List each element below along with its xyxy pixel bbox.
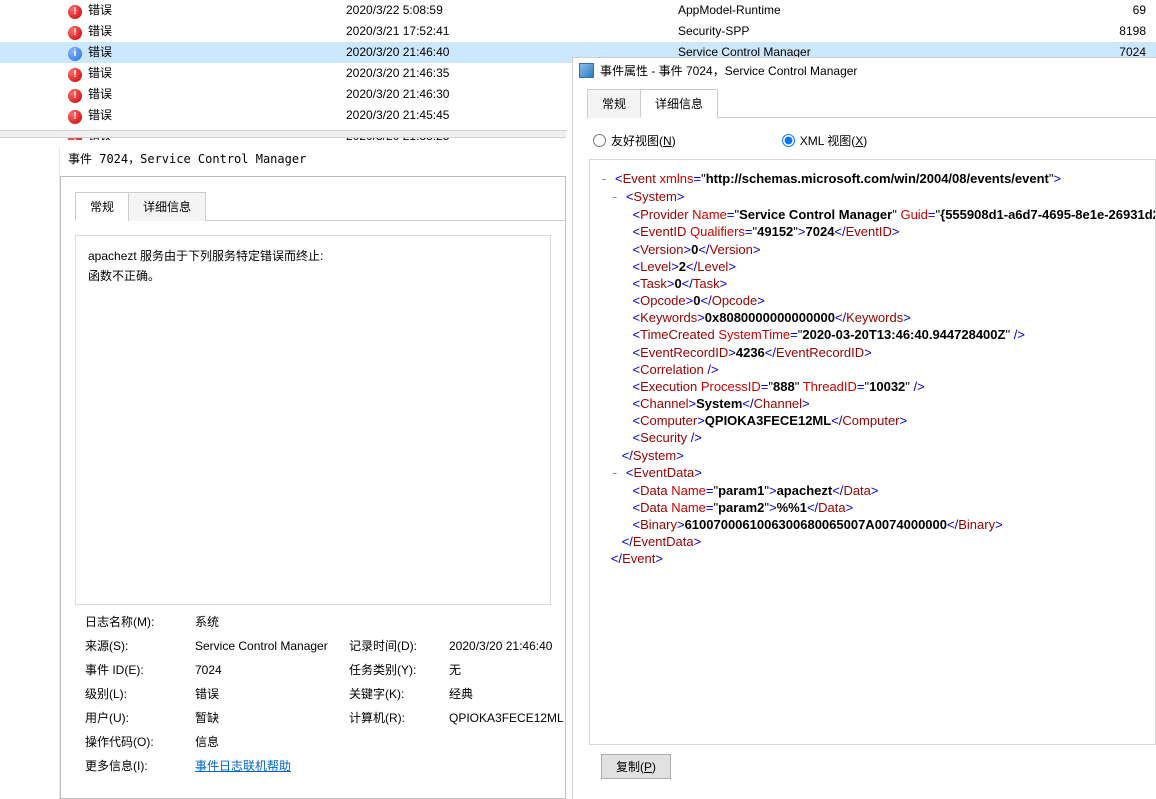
details-heading: 事件 7024，Service Control Manager	[68, 150, 306, 167]
value-keywords: 经典	[449, 685, 564, 702]
message-line: 函数不正确。	[88, 266, 538, 286]
horizontal-splitter[interactable]	[0, 130, 566, 138]
copy-button[interactable]: 复制(P)	[601, 754, 671, 779]
event-row[interactable]: ! 错误 2020/3/22 5:08:59AppModel-Runtime69	[0, 0, 1156, 21]
cell-level: 错误	[88, 108, 112, 122]
cell-source: AppModel-Runtime	[678, 3, 1100, 17]
label-opcode: 操作代码(O):	[85, 733, 195, 750]
event-properties-window: 事件属性 - 事件 7024，Service Control Manager 常…	[572, 57, 1156, 799]
label-more-info: 更多信息(I):	[85, 757, 195, 774]
radio-xml-view[interactable]: XML 视图(X)	[782, 132, 868, 149]
prop-tabstrip: 常规 详细信息	[587, 88, 1156, 118]
value-log-name: 系统	[195, 613, 349, 630]
message-textbox[interactable]: apachezt 服务由于下列服务特定错误而终止: 函数不正确。	[75, 235, 551, 605]
value-level: 错误	[195, 685, 349, 702]
cell-event-id: 8198	[1100, 24, 1156, 38]
error-icon: !	[68, 5, 82, 19]
cell-level: 错误	[88, 45, 112, 59]
cell-time: 2020/3/21 17:52:41	[346, 24, 678, 38]
value-opcode: 信息	[195, 733, 349, 750]
label-source: 来源(S):	[85, 637, 195, 654]
link-online-help[interactable]: 事件日志联机帮助	[195, 757, 349, 774]
value-task-cat: 无	[449, 661, 564, 678]
tab-details[interactable]: 详细信息	[128, 192, 206, 221]
label-level: 级别(L):	[85, 685, 195, 702]
cell-level: 错误	[88, 3, 112, 17]
label-computer: 计算机(R):	[349, 709, 449, 726]
error-icon: !	[68, 89, 82, 103]
value-computer: QPIOKA3FECE12ML	[449, 711, 564, 725]
error-icon: !	[68, 110, 82, 124]
label-user: 用户(U):	[85, 709, 195, 726]
label-logged: 记录时间(D):	[349, 637, 449, 654]
value-event-id: 7024	[195, 663, 349, 677]
window-title: 事件属性 - 事件 7024，Service Control Manager	[600, 62, 857, 79]
xml-content[interactable]: - <Event xmlns="http://schemas.microsoft…	[589, 159, 1156, 745]
error-icon: !	[68, 26, 82, 40]
radio-friendly-input[interactable]	[593, 134, 606, 147]
details-tabstrip: 常规 详细信息	[75, 191, 565, 221]
tab-general[interactable]: 常规	[75, 192, 129, 221]
info-icon: i	[68, 47, 82, 61]
cell-source: Security-SPP	[678, 24, 1100, 38]
details-frame: 常规 详细信息 apachezt 服务由于下列服务特定错误而终止: 函数不正确。…	[60, 176, 566, 799]
error-icon: !	[68, 68, 82, 82]
window-icon	[579, 63, 594, 78]
cell-event-id: 69	[1100, 3, 1156, 17]
metadata-grid: 日志名称(M): 系统 来源(S): Service Control Manag…	[85, 613, 541, 774]
radio-xml-input[interactable]	[782, 134, 795, 147]
value-logged: 2020/3/20 21:46:40	[449, 639, 564, 653]
radio-friendly-view[interactable]: 友好视图(N)	[593, 132, 676, 149]
cell-time: 2020/3/22 5:08:59	[346, 3, 678, 17]
label-keywords: 关键字(K):	[349, 685, 449, 702]
cell-level: 错误	[88, 24, 112, 38]
value-user: 暂缺	[195, 709, 349, 726]
prop-tab-general[interactable]: 常规	[587, 89, 641, 118]
titlebar[interactable]: 事件属性 - 事件 7024，Service Control Manager	[573, 58, 1156, 82]
value-source: Service Control Manager	[195, 639, 349, 653]
event-row[interactable]: ! 错误 2020/3/21 17:52:41Security-SPP8198	[0, 21, 1156, 42]
event-details-panel: 事件 7024，Service Control Manager 常规 详细信息 …	[60, 140, 566, 799]
label-task-cat: 任务类别(Y):	[349, 661, 449, 678]
label-log-name: 日志名称(M):	[85, 613, 195, 630]
label-event-id: 事件 ID(E):	[85, 661, 195, 678]
message-line: apachezt 服务由于下列服务特定错误而终止:	[88, 246, 538, 266]
view-mode-radios: 友好视图(N) XML 视图(X)	[593, 132, 1150, 149]
cell-level: 错误	[88, 87, 112, 101]
prop-tab-details[interactable]: 详细信息	[640, 89, 718, 118]
cell-level: 错误	[88, 66, 112, 80]
